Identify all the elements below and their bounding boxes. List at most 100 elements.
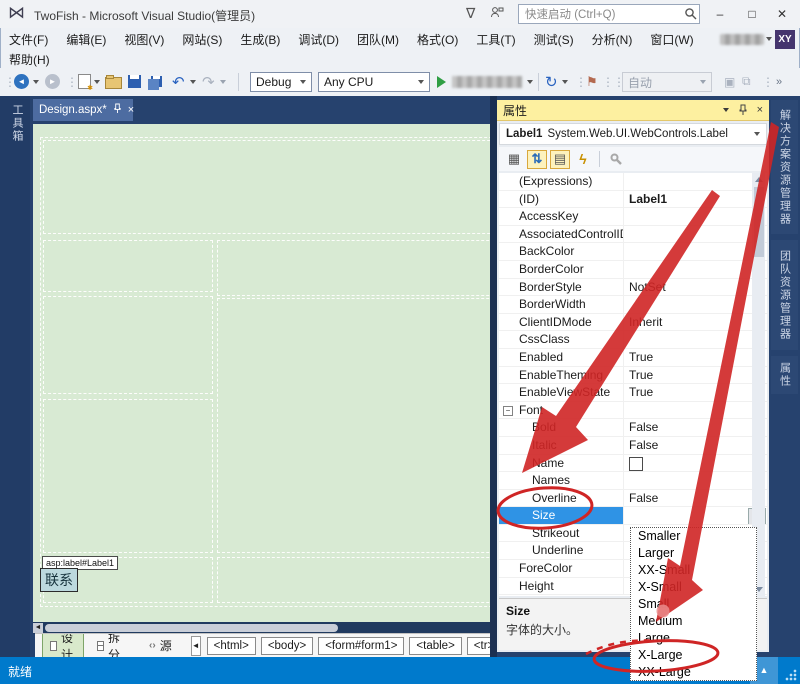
property-value[interactable]: True [623,384,767,401]
design-surface[interactable]: asp:label#Label1 联系 [33,124,490,622]
font-size-option-small[interactable]: Small [631,596,756,613]
collapse-expander-icon[interactable]: − [503,406,513,416]
categorized-icon[interactable]: ▦ [504,150,524,169]
property-row-enableviewstate[interactable]: EnableViewStateTrue [499,384,767,402]
property-value[interactable] [623,261,767,278]
menu-item[interactable]: 窗口(W) [641,31,702,48]
scroll-left-icon[interactable]: ◄ [33,623,43,633]
navigate-back-icon[interactable]: ◄ [14,74,29,89]
new-file-caret-icon[interactable] [94,80,100,84]
property-row-associatedcontrolid[interactable]: AssociatedControlID [499,226,767,244]
property-value[interactable] [623,331,767,348]
solution-platforms-select[interactable]: Any CPU [318,72,430,92]
property-row-enabled[interactable]: EnabledTrue [499,349,767,367]
save-icon[interactable] [128,75,141,88]
user-avatar[interactable]: XY [775,30,795,49]
table-cell[interactable] [217,557,490,603]
table-cell[interactable] [43,296,213,394]
table-cell[interactable] [43,140,490,234]
property-pages-icon[interactable]: ▤ [550,150,570,169]
undo-icon[interactable]: ↶ [172,73,185,91]
font-size-option-x-large[interactable]: X-Large [631,647,756,664]
property-row-borderwidth[interactable]: BorderWidth [499,296,767,314]
scroll-up-icon[interactable] [755,177,763,182]
toolbar-overflow-chevron-icon[interactable]: » [776,76,782,88]
menu-item-help[interactable]: 帮助(H) [0,51,59,68]
table-cell[interactable] [43,240,213,292]
property-row-clientidmode[interactable]: ClientIDModeInherit [499,314,767,332]
resize-grip-icon[interactable] [785,669,797,681]
refresh-icon[interactable]: ↻ [545,73,558,91]
property-row-italic[interactable]: ItalicFalse [499,437,767,455]
menu-item[interactable]: 分析(N) [583,31,642,48]
property-value[interactable] [623,296,767,313]
name-checkbox[interactable] [629,457,643,471]
property-row-backcolor[interactable]: BackColor [499,243,767,261]
property-value[interactable]: NotSet [623,279,767,296]
property-value[interactable]: Inherit [623,314,767,331]
property-value[interactable] [623,472,767,489]
back-dropdown-caret-icon[interactable] [33,80,39,84]
property-row-borderstyle[interactable]: BorderStyleNotSet [499,279,767,297]
document-tab-design-aspx[interactable]: Design.aspx* × [33,99,133,121]
open-file-icon[interactable] [105,77,122,89]
navigate-forward-icon[interactable]: ► [45,74,60,89]
property-value[interactable]: False [623,490,767,507]
right-tab-solution-explorer[interactable]: 解决方案资源管理器 [771,100,798,234]
property-row-name[interactable]: Name [499,455,767,473]
menu-item[interactable]: 文件(F) [0,31,57,48]
property-row-accesskey[interactable]: AccessKey [499,208,767,226]
tag-nav-back-icon[interactable]: ◄ [191,636,201,656]
split-view-button[interactable]: 拆分 [90,633,130,657]
table-cell[interactable] [217,298,490,553]
save-all-icon[interactable] [151,76,162,87]
property-value[interactable] [623,208,767,225]
property-row-overline[interactable]: OverlineFalse [499,490,767,508]
solution-configurations-select[interactable]: Debug [250,72,312,92]
undo-caret-icon[interactable] [190,80,196,84]
scrollbar-thumb[interactable] [754,187,764,257]
font-size-option-xx-small[interactable]: XX-Small [631,562,756,579]
menu-item[interactable]: 生成(B) [231,31,289,48]
menu-item[interactable]: 编辑(E) [57,31,115,48]
events-icon[interactable]: ϟ [573,150,593,169]
user-dropdown-caret-icon[interactable] [766,37,772,41]
refresh-caret-icon[interactable] [562,80,568,84]
minimize-button[interactable]: – [708,4,732,24]
property-value[interactable]: False [623,437,767,454]
property-value[interactable]: Label1 [623,191,767,208]
start-debugging-icon[interactable] [437,76,446,88]
property-value[interactable] [623,455,767,472]
tag-chip[interactable]: <form#form1> [318,637,404,655]
alphabetical-sort-icon[interactable]: ⇅ [527,150,547,169]
source-view-button[interactable]: ‹› 源 [142,635,179,656]
menu-item[interactable]: 工具(T) [467,31,524,48]
properties-caption-bar[interactable]: 属性 × [497,100,769,121]
menu-item[interactable]: 团队(M) [348,31,408,48]
right-tab-properties[interactable]: 属性 [771,356,798,394]
close-button[interactable]: ✕ [770,4,794,24]
property-value[interactable]: False [623,419,767,436]
font-size-option-xx-large[interactable]: XX-Large [631,664,756,681]
font-size-option-large[interactable]: Large [631,630,756,647]
toolbox-tab[interactable]: 工具箱 [9,104,25,143]
redo-icon[interactable]: ↷ [202,73,215,91]
close-icon[interactable]: × [757,104,763,116]
property-value[interactable]: True [623,367,767,384]
tag-chip[interactable]: <table> [409,637,461,655]
redo-caret-icon[interactable] [220,80,226,84]
maximize-button[interactable]: □ [740,4,764,24]
run-caret-icon[interactable] [527,80,533,84]
menu-item[interactable]: 格式(O) [408,31,467,48]
pin-icon[interactable] [738,104,748,116]
property-value[interactable] [623,173,767,190]
menu-item[interactable]: 调试(D) [289,31,348,48]
label1-control[interactable]: 联系 [40,568,78,592]
new-file-icon[interactable] [78,74,91,89]
right-tab-team-explorer[interactable]: 团队资源管理器 [771,240,798,350]
property-row-bold[interactable]: BoldFalse [499,419,767,437]
property-row-names[interactable]: Names [499,472,767,490]
table-cell[interactable] [43,399,213,553]
property-row-size[interactable]: Size [499,507,767,525]
property-value[interactable]: True [623,349,767,366]
